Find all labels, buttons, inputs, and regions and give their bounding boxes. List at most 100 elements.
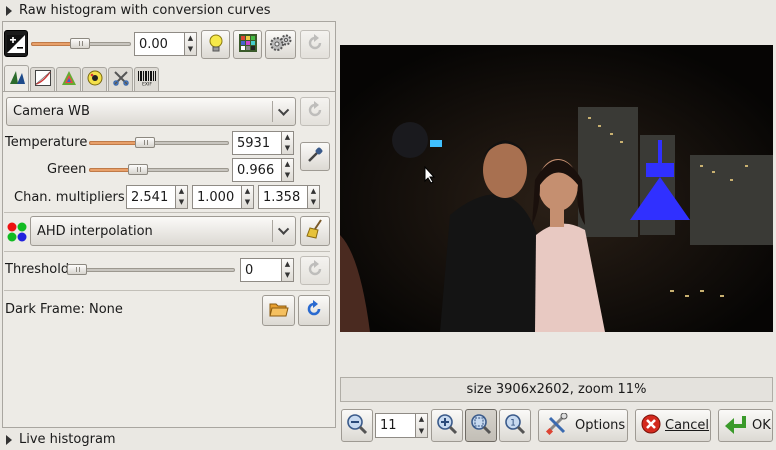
dropdown-separator (272, 220, 273, 242)
green-spinner[interactable]: ▲ ▼ (282, 158, 294, 182)
spot-wb-button[interactable] (300, 142, 330, 171)
auto-exposure-button[interactable] (201, 30, 230, 59)
separator (4, 212, 330, 213)
separator (4, 251, 330, 252)
crop-icon (112, 70, 129, 90)
zoom-fit-button[interactable] (465, 409, 497, 442)
preview-status: size 3906x2602, zoom 11% (340, 377, 773, 402)
tab-exif[interactable]: EXIF (134, 67, 159, 91)
green-slider-handle[interactable] (128, 164, 148, 175)
svg-text:1: 1 (510, 418, 516, 428)
reset-wb-button[interactable] (300, 97, 330, 126)
smoothing-button[interactable] (300, 216, 330, 246)
photo-content (340, 45, 773, 332)
cancel-label: Cancel (665, 418, 710, 433)
color-chart-icon (238, 33, 257, 56)
zoom-100-icon: 1 (504, 413, 526, 439)
interpolation-rgb-icon (6, 221, 28, 247)
green-input[interactable]: 0.966 (232, 158, 282, 182)
image-preview[interactable] (340, 45, 773, 332)
exposure-icon (4, 30, 28, 57)
options-button[interactable]: Options (538, 409, 628, 442)
temperature-spinner[interactable]: ▲ ▼ (282, 131, 294, 155)
threshold-slider-handle[interactable] (67, 264, 87, 275)
folder-open-icon (268, 300, 289, 322)
live-histogram-label: Live histogram (19, 432, 116, 447)
exposure-slider-handle[interactable] (70, 38, 90, 49)
ok-button[interactable]: OK (718, 409, 773, 442)
svg-text:EXIF: EXIF (142, 81, 152, 86)
raw-histogram-label: Raw histogram with conversion curves (19, 3, 271, 18)
lens-icon (87, 70, 103, 90)
exposure-input[interactable]: 0.00 (134, 32, 185, 56)
exposure-spinner[interactable]: ▲ ▼ (185, 32, 197, 56)
settings-button[interactable] (265, 30, 296, 59)
zoom-out-icon (346, 413, 368, 439)
exposure-slider-fill (31, 42, 73, 46)
tab-lens[interactable] (82, 67, 107, 91)
wb-preset-label: Camera WB (13, 104, 90, 119)
temperature-slider-handle[interactable] (135, 137, 155, 148)
multiplier-blue-input[interactable]: 1.358 (258, 185, 308, 209)
multipliers-label: Chan. multipliers: (14, 190, 129, 205)
lightbulb-icon (207, 33, 225, 57)
expander-arrow-icon (6, 434, 12, 445)
zoom-fit-icon (470, 413, 492, 439)
status-text: size 3906x2602, zoom 11% (466, 382, 647, 397)
curve-icon (34, 69, 51, 90)
options-label: Options (575, 418, 626, 433)
threshold-spinner[interactable]: ▲ ▼ (282, 258, 294, 282)
gears-icon (269, 34, 292, 56)
zoom-out-button[interactable] (341, 409, 373, 442)
multiplier-green-input[interactable]: 1.000 (192, 185, 242, 209)
green-label: Green (47, 162, 87, 177)
raw-histogram-expander[interactable]: Raw histogram with conversion curves (6, 2, 271, 19)
threshold-slider-trough[interactable] (67, 268, 235, 272)
reload-button[interactable] (298, 295, 330, 326)
zoom-in-button[interactable] (431, 409, 463, 442)
chevron-down-icon (277, 223, 290, 235)
tab-curves[interactable] (30, 67, 55, 91)
cancel-button[interactable]: Cancel (635, 409, 711, 442)
zoom-in-icon (436, 413, 458, 439)
reset-threshold-button[interactable] (300, 256, 330, 285)
dropdown-separator (272, 101, 273, 122)
tab-color-management[interactable] (56, 67, 81, 91)
temperature-input[interactable]: 5931 (232, 131, 282, 155)
reset-exposure-button[interactable] (300, 30, 330, 59)
tab-divider (2, 91, 336, 92)
zoom-spinner[interactable]: ▲ ▼ (416, 413, 428, 438)
broom-icon (306, 219, 324, 243)
multiplier-red-spinner[interactable]: ▲ ▼ (176, 185, 188, 209)
multiplier-blue-spinner[interactable]: ▲ ▼ (308, 185, 320, 209)
interpolation-dropdown[interactable]: AHD interpolation (30, 216, 296, 246)
multiplier-red-input[interactable]: 2.541 (126, 185, 176, 209)
load-dark-frame-button[interactable] (262, 295, 295, 326)
threshold-input[interactable]: 0 (240, 258, 282, 282)
color-icon (61, 70, 77, 90)
multiplier-green-spinner[interactable]: ▲ ▼ (242, 185, 254, 209)
exif-icon: EXIF (137, 70, 157, 90)
interpolation-label: AHD interpolation (37, 223, 153, 239)
white-balance-preset-dropdown[interactable]: Camera WB (6, 97, 296, 126)
tools-icon (545, 412, 569, 439)
cancel-icon (641, 414, 661, 438)
zoom-100-button[interactable]: 1 (499, 409, 531, 442)
reset-icon (306, 259, 324, 282)
eyedropper-icon (306, 146, 324, 168)
chevron-down-icon (277, 104, 290, 116)
dark-frame-label: Dark Frame: None (5, 302, 123, 317)
ok-arrow-icon (724, 414, 748, 438)
reset-icon (306, 100, 324, 123)
live-histogram-expander[interactable]: Live histogram (6, 431, 116, 448)
tab-white-balance[interactable] (4, 65, 29, 92)
zoom-input[interactable]: 11 (375, 413, 416, 438)
ok-label: OK (752, 418, 771, 433)
tab-crop[interactable] (108, 67, 133, 91)
temperature-label: Temperature (5, 135, 88, 150)
color-profile-button[interactable] (233, 30, 262, 59)
cursor-icon (424, 166, 436, 184)
expander-arrow-icon (6, 5, 12, 16)
white-balance-icon (8, 69, 26, 89)
refresh-icon (305, 299, 323, 322)
